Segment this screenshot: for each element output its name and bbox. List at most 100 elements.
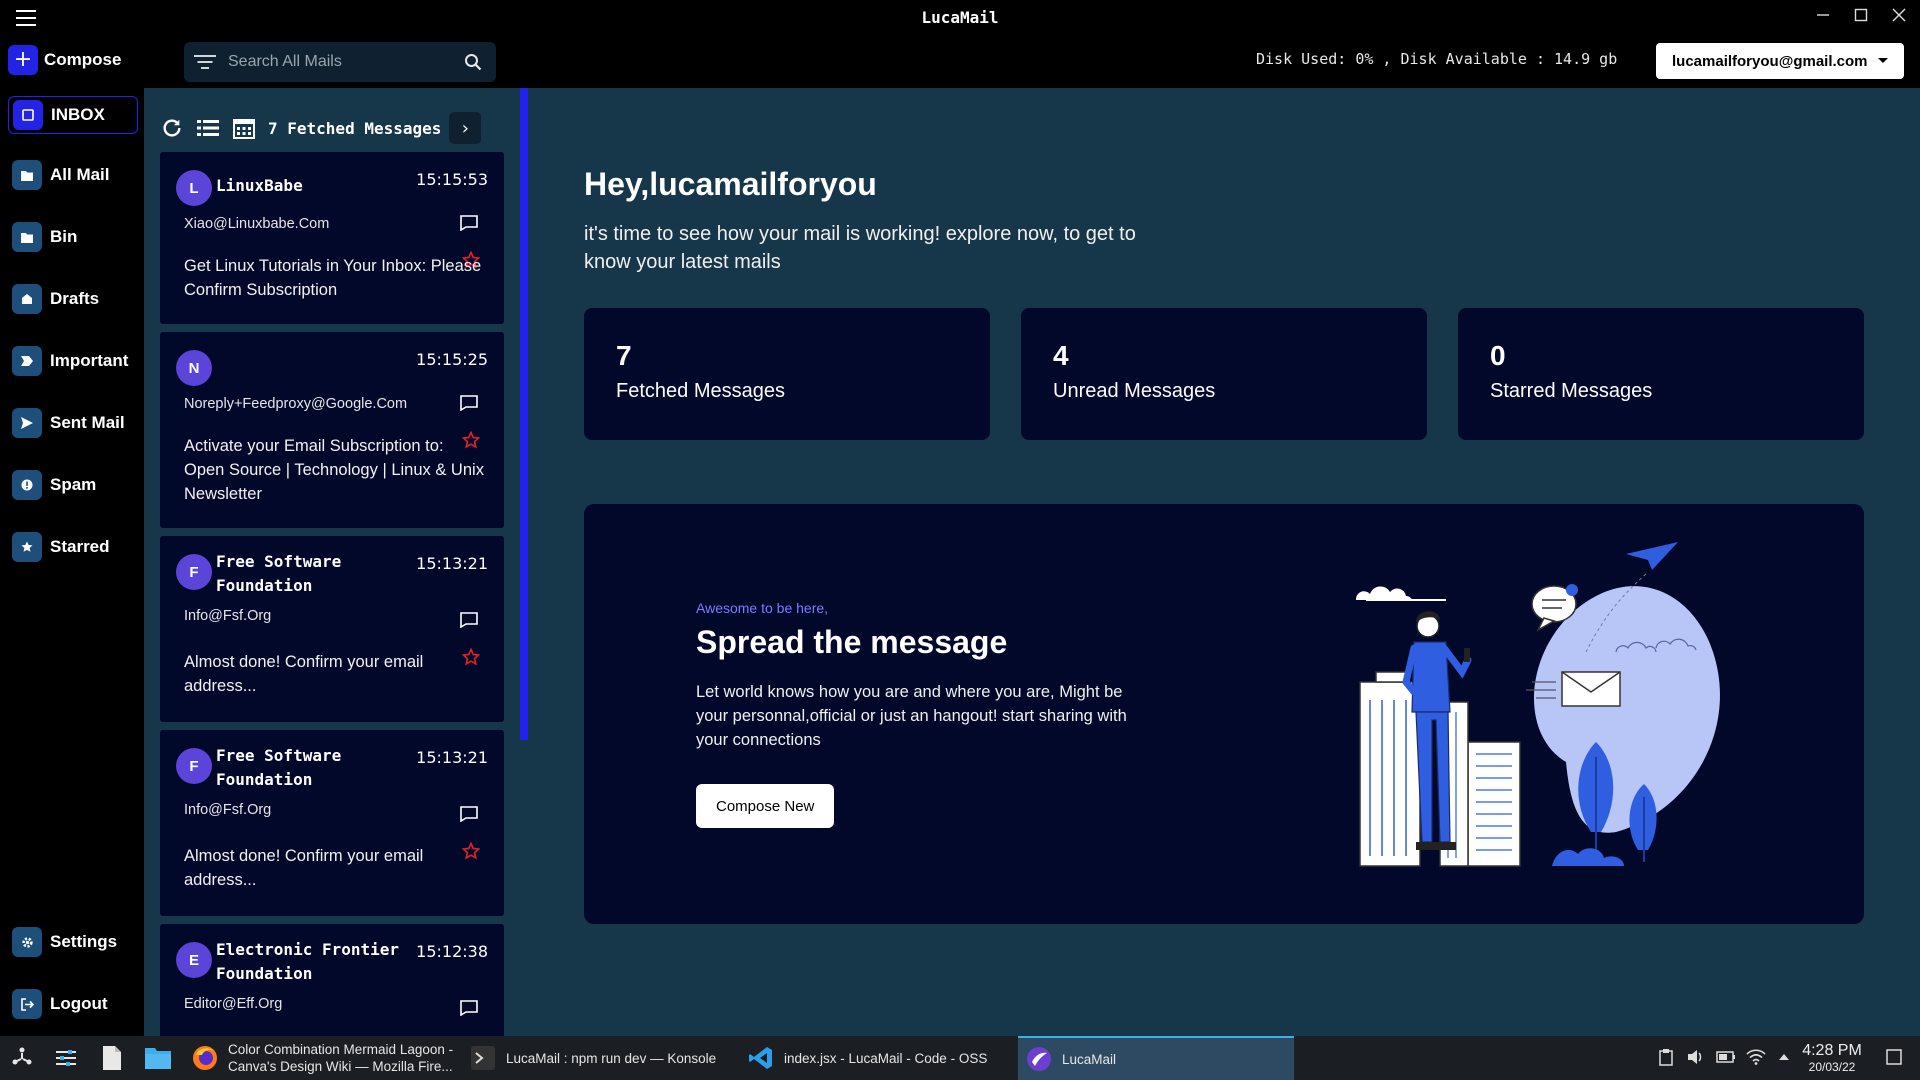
compose-button[interactable]: + Compose — [8, 43, 121, 77]
window-controls — [1814, 6, 1908, 28]
sidebar-item-label: Settings — [50, 932, 118, 951]
task-label: LucaMail : npm run dev — Konsole — [506, 1050, 717, 1066]
important-icon — [12, 346, 42, 376]
battery-icon[interactable] — [1716, 1046, 1736, 1068]
volume-icon[interactable] — [1686, 1046, 1706, 1068]
gear-icon — [12, 927, 42, 957]
greeting-title: Hey,lucamailforyou — [584, 166, 877, 202]
stat-label: Unread Messages — [1053, 380, 1216, 402]
list-view-icon[interactable] — [196, 116, 220, 140]
mark-read-icon[interactable] — [460, 612, 478, 628]
message-card[interactable]: F Free Software Foundation 15:13:21 Info… — [160, 730, 504, 916]
terminal-icon — [471, 1046, 495, 1070]
sidebar-item-all-mail[interactable]: All Mail — [8, 156, 138, 194]
sidebar-item-spam[interactable]: Spam — [8, 466, 138, 504]
sidebar-item-bin[interactable]: Bin — [8, 218, 138, 256]
stat-card-starred: 0 Starred Messages — [1458, 308, 1864, 440]
promo-kicker: Awesome to be here, — [696, 600, 829, 616]
message-sender: LinuxBabe — [216, 176, 303, 195]
task-firefox[interactable]: Color Combination Mermaid Lagoon - Canva… — [184, 1036, 458, 1080]
compose-new-button[interactable]: Compose New — [696, 784, 835, 828]
search-input[interactable] — [228, 53, 448, 71]
caret-down-icon — [1878, 58, 1888, 63]
message-card[interactable]: L LinuxBabe 15:15:53 Xiao@Linuxbabe.Com … — [160, 152, 504, 324]
sidebar-item-sent-mail[interactable]: Sent Mail — [8, 404, 138, 442]
title-bar: LucaMail — [0, 0, 1920, 36]
mark-unread-icon[interactable] — [460, 395, 478, 411]
sidebar-item-settings[interactable]: Settings — [8, 923, 138, 961]
task-label: index.jsx - LucaMail - Code - OSS — [784, 1050, 988, 1066]
message-subject: Activate your Email Subscription to: Ope… — [184, 437, 484, 503]
sidebar-item-logout[interactable]: Logout — [8, 985, 138, 1023]
list-scrollbar[interactable] — [520, 88, 528, 740]
avatar: E — [176, 942, 212, 978]
sidebar-item-label: Logout — [50, 994, 108, 1013]
vscode-icon — [749, 1047, 772, 1069]
filter-icon[interactable] — [194, 54, 216, 70]
task-lucamail[interactable]: LucaMail — [1018, 1036, 1294, 1080]
mark-unread-icon[interactable] — [460, 215, 478, 231]
plus-icon: + — [8, 45, 38, 75]
message-sender: Electronic Frontier Foundation — [216, 940, 400, 983]
sidebar-item-label: Important — [50, 351, 129, 370]
message-subject: Almost done! Confirm your email address.… — [184, 653, 424, 695]
sidebar-item-inbox[interactable]: INBOX — [8, 96, 138, 134]
task-vscode[interactable]: index.jsx - LucaMail - Code - OSS — [740, 1036, 1014, 1080]
message-list: 7 Fetched Messages › L LinuxBabe 15:15:5… — [144, 88, 520, 1036]
file-manager-icon[interactable] — [138, 1036, 178, 1080]
clock[interactable]: 4:28 PM 20/03/22 — [1796, 1042, 1868, 1074]
spam-icon — [12, 470, 42, 500]
search-icon[interactable] — [464, 53, 482, 71]
message-email: Noreply+Feedproxy@Google.Com — [184, 396, 408, 412]
folder-icon — [12, 160, 42, 190]
settings-panel-icon[interactable] — [46, 1036, 86, 1080]
chevron-up-icon[interactable] — [1774, 1046, 1794, 1068]
mark-read-icon[interactable] — [460, 1000, 478, 1016]
message-email: Editor@Eff.Org — [184, 996, 283, 1012]
message-subject: Almost done! Confirm your email address.… — [184, 847, 424, 889]
sidebar-item-label: Starred — [50, 537, 110, 556]
avatar: N — [176, 350, 212, 386]
task-label: LucaMail — [1062, 1051, 1117, 1067]
wifi-icon[interactable] — [1746, 1046, 1766, 1068]
calendar-view-icon[interactable] — [232, 116, 256, 140]
send-icon — [12, 408, 42, 438]
folder-icon — [12, 222, 42, 252]
messaging-illustration — [1356, 542, 1720, 867]
maximize-icon[interactable] — [1852, 6, 1870, 28]
sidebar-item-starred[interactable]: Starred — [8, 528, 138, 566]
sidebar-item-important[interactable]: Important — [8, 342, 138, 380]
sidebar-item-drafts[interactable]: Drafts — [8, 280, 138, 318]
sidebar: INBOX All Mail Bin Drafts Important Sent… — [0, 88, 144, 1036]
message-time: 15:15:25 — [416, 350, 488, 369]
taskbar: Color Combination Mermaid Lagoon - Canva… — [0, 1036, 1920, 1080]
promo-text: Let world knows how you are and where yo… — [696, 683, 1127, 749]
message-card[interactable]: E Electronic Frontier Foundation 15:12:3… — [160, 924, 504, 1036]
document-icon[interactable] — [92, 1036, 132, 1080]
show-desktop-icon[interactable] — [1884, 1046, 1904, 1068]
message-card[interactable]: F Free Software Foundation 15:13:21 Info… — [160, 536, 504, 722]
inbox-icon — [13, 100, 43, 130]
close-icon[interactable] — [1890, 6, 1908, 28]
clipboard-icon[interactable] — [1656, 1046, 1676, 1068]
account-dropdown[interactable]: lucamailforyou@gmail.com — [1656, 43, 1904, 79]
stat-card-fetched: 7 Fetched Messages — [584, 308, 990, 440]
minimize-icon[interactable] — [1814, 6, 1832, 28]
sidebar-item-label: INBOX — [51, 105, 105, 124]
sidebar-item-label: Sent Mail — [50, 413, 125, 432]
chevron-right-icon[interactable]: › — [449, 112, 482, 144]
mark-read-icon[interactable] — [460, 806, 478, 822]
sidebar-item-label: All Mail — [50, 165, 110, 184]
refresh-icon[interactable] — [160, 116, 184, 140]
task-label: Color Combination Mermaid Lagoon - Canva… — [228, 1042, 454, 1074]
greeting-subtitle: it's time to see how your mail is workin… — [584, 223, 1136, 273]
message-card[interactable]: N 15:15:25 Noreply+Feedproxy@Google.Com … — [160, 332, 504, 528]
task-konsole[interactable]: LucaMail : npm run dev — Konsole — [462, 1036, 736, 1080]
message-time: 15:15:53 — [416, 170, 488, 189]
star-icon — [12, 532, 42, 562]
promo-title: Spread the message — [696, 624, 1008, 660]
message-email: Info@Fsf.Org — [184, 802, 272, 818]
app-launcher-icon[interactable] — [2, 1036, 42, 1080]
message-subject: Get Linux Tutorials in Your Inbox: Pleas… — [184, 257, 482, 299]
message-sender: Free Software Foundation — [216, 552, 342, 595]
